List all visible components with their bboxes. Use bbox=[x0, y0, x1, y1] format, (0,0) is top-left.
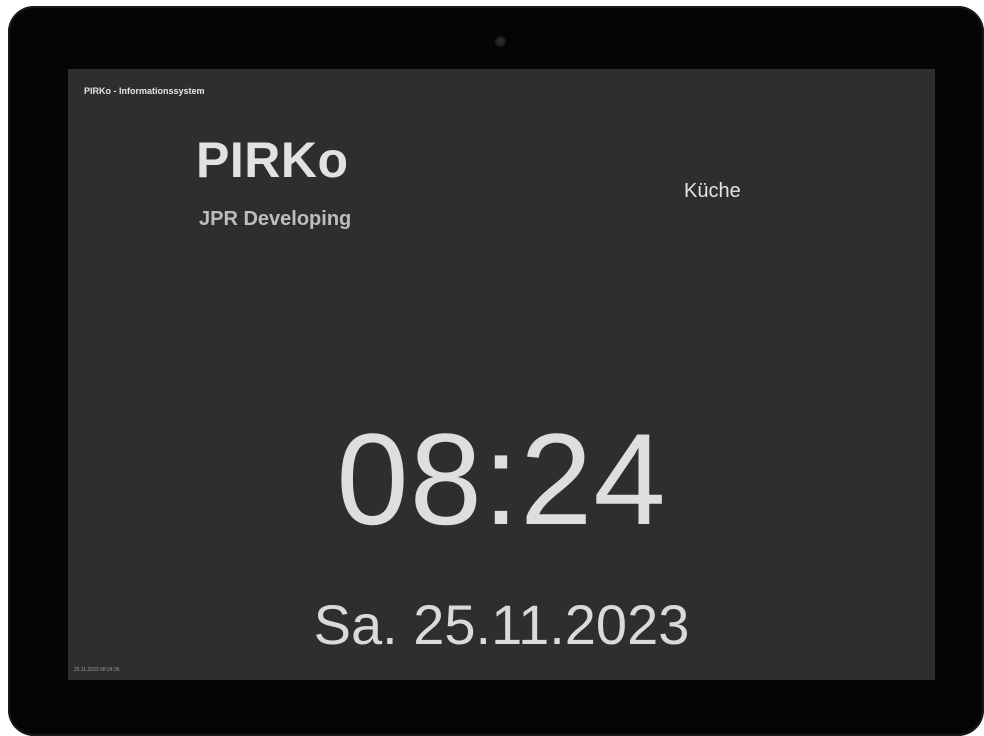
tablet-device: PIRKo - Informationssystem PIRKo JPR Dev… bbox=[8, 6, 984, 736]
clock-date: Sa. 25.11.2023 bbox=[313, 593, 690, 656]
brand-subtitle: JPR Developing bbox=[199, 208, 352, 230]
clock-time: 08:24 bbox=[336, 406, 667, 552]
window-title: PIRKo - Informationssystem bbox=[84, 86, 205, 96]
brand-logo-text: PIRKo bbox=[196, 132, 349, 188]
kiosk-screen: PIRKo - Informationssystem PIRKo JPR Dev… bbox=[68, 69, 935, 680]
room-label: Küche bbox=[684, 180, 741, 202]
front-camera bbox=[495, 36, 506, 47]
last-update-timestamp: 25.11.2023 08:24:36 bbox=[74, 667, 120, 673]
